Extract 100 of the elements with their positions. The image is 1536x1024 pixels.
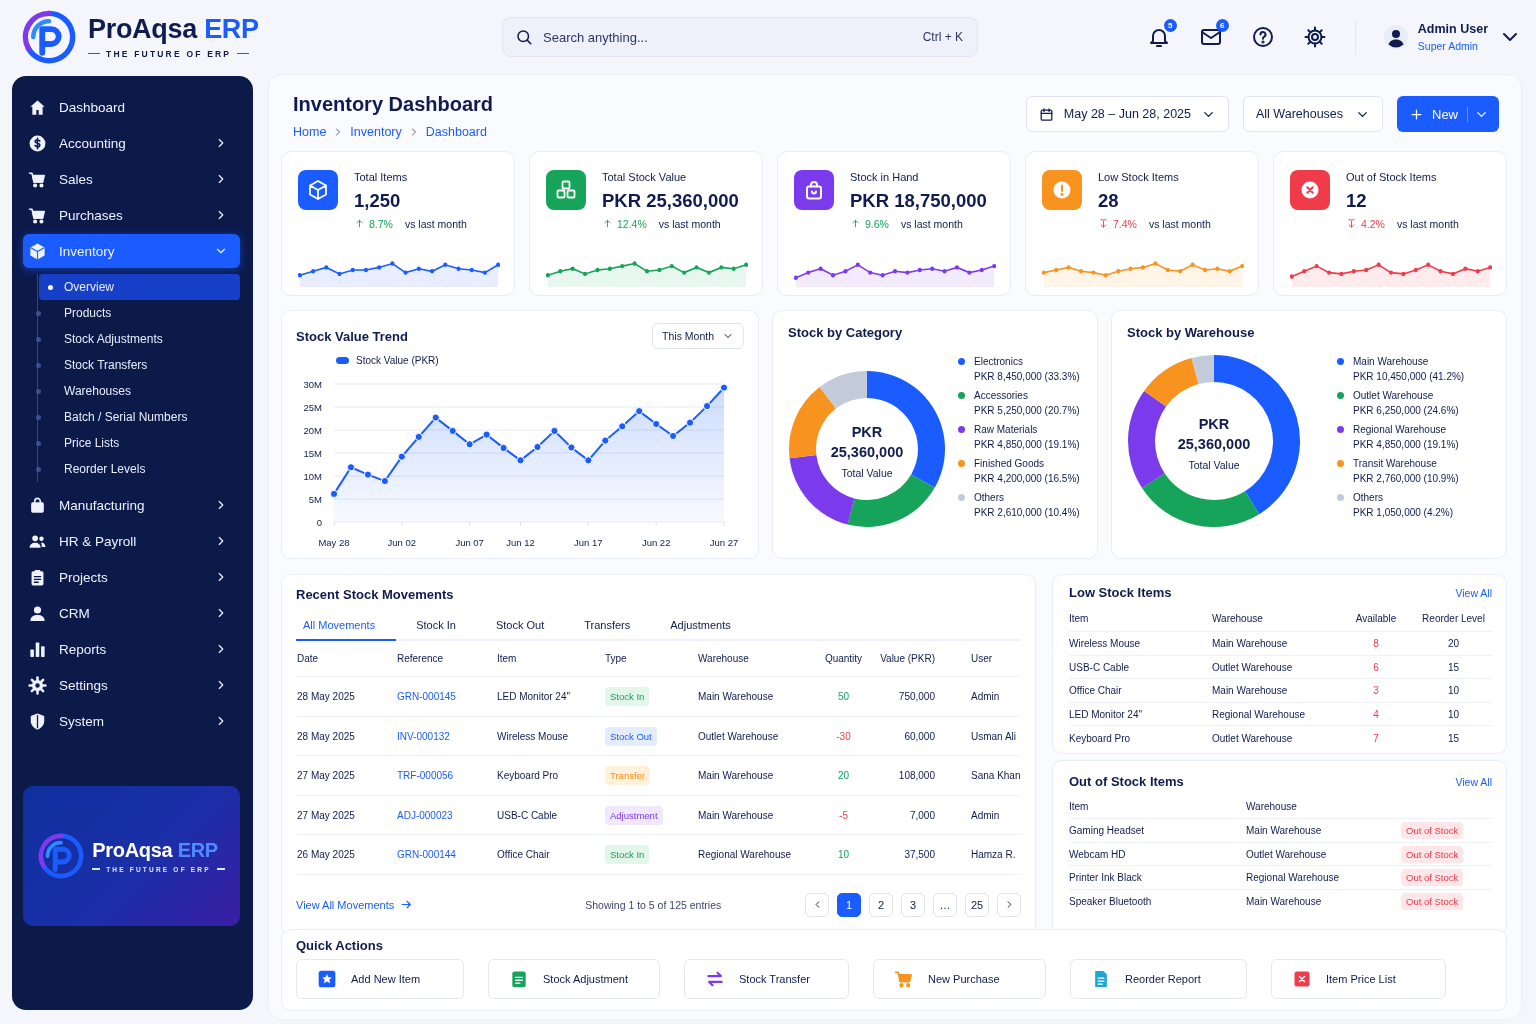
warehouse-select[interactable]: All Warehouses <box>1243 96 1383 132</box>
settings-icon[interactable] <box>1302 25 1327 49</box>
axis-label: 20M <box>303 424 322 436</box>
nav-subitem[interactable]: Products <box>39 300 240 326</box>
breadcrumb-link[interactable]: Home <box>293 125 327 139</box>
data-point <box>550 427 559 436</box>
table-cell-text: 4 <box>1372 708 1380 720</box>
reference-link[interactable]: ADJ-000023 <box>396 809 496 821</box>
nav-subitem[interactable]: Overview <box>39 274 240 300</box>
center-currency: PKR <box>851 423 883 443</box>
card-title: Quick Actions <box>296 938 384 954</box>
breadcrumb-link[interactable]: Dashboard <box>425 125 487 139</box>
nav-item[interactable]: System <box>23 704 240 738</box>
table-cell-text: Keyboard Pro <box>496 770 560 782</box>
reference-link[interactable]: INV-000132 <box>396 730 496 742</box>
kpi-value: 12 <box>1346 189 1368 212</box>
page-button[interactable]: 2 <box>869 892 893 917</box>
nav-subitem[interactable]: Price Lists <box>39 430 240 456</box>
data-point <box>329 490 339 499</box>
column-header: Item <box>496 653 518 665</box>
column-header: Item <box>1069 801 1090 813</box>
nav-subitem[interactable]: Stock Transfers <box>39 352 240 378</box>
nav-subitem[interactable]: Warehouses <box>39 378 240 404</box>
legend-value: PKR 4,200,000 (16.5%) <box>974 473 1080 485</box>
nav-item[interactable]: Settings <box>23 668 240 702</box>
nav-item[interactable]: Manufacturing <box>23 488 240 522</box>
column-header: Reorder Level <box>1421 613 1486 625</box>
quick-action-button[interactable]: Item Price List <box>1271 959 1446 1000</box>
legend-label: Main Warehouse <box>1353 356 1430 368</box>
help-icon[interactable] <box>1250 25 1275 49</box>
center-value: 25,360,000 <box>830 442 904 462</box>
quick-action-button[interactable]: Reorder Report <box>1070 959 1247 1000</box>
period-select[interactable]: This Month <box>652 323 744 350</box>
data-point <box>652 420 661 429</box>
nav-item[interactable]: Purchases <box>23 198 240 232</box>
nav-subitem[interactable]: Batch / Serial Numbers <box>39 404 240 430</box>
reference-link[interactable]: TRF-000056 <box>396 770 496 782</box>
nav-subitem[interactable]: Stock Adjustments <box>39 326 240 352</box>
data-point <box>380 477 389 486</box>
nav-subitem[interactable]: Reorder Levels <box>39 456 240 482</box>
page-button[interactable]: 25 <box>965 892 989 917</box>
quick-action-button[interactable]: Add New Item <box>296 959 464 1000</box>
shield-icon <box>28 711 47 731</box>
axis-label: 10M <box>303 470 322 482</box>
date-range-button[interactable]: May 28 – Jun 28, 2025 <box>1025 96 1229 132</box>
reference-link[interactable]: GRN-000144 <box>396 849 496 861</box>
table-cell-text: 27 May 2025 <box>296 809 356 821</box>
legend-label: Regional Warehouse <box>1353 424 1448 436</box>
page-title: Inventory Dashboard <box>293 93 494 116</box>
table-cell-text: 7 <box>1372 732 1380 744</box>
nav-item[interactable]: Sales <box>23 162 240 196</box>
axis-label: 30M <box>303 378 322 390</box>
card-title: Stock Value Trend <box>296 328 408 344</box>
nav-item[interactable]: Projects <box>23 560 240 594</box>
table-cell-text: -5 <box>838 809 849 821</box>
nav-item[interactable]: HR & Payroll <box>23 524 240 558</box>
nav-item[interactable]: Reports <box>23 632 240 666</box>
tab[interactable]: Stock Out <box>488 610 565 642</box>
kpi-value: PKR 25,360,000 <box>602 189 739 212</box>
quick-action-button[interactable]: Stock Adjustment <box>488 959 660 1000</box>
nav-item[interactable]: CRM <box>23 596 240 630</box>
table-cell-text: Sana Khan <box>970 770 1021 782</box>
new-button[interactable]: New <box>1397 96 1499 132</box>
dollar-icon <box>28 133 47 153</box>
table-cell-text: 26 May 2025 <box>296 849 356 861</box>
table-cell-text: 20 <box>836 770 851 782</box>
quick-action-button[interactable]: New Purchase <box>873 959 1046 1000</box>
notification-badge: 5 <box>1163 19 1177 32</box>
column-header: Warehouse <box>697 653 750 665</box>
page-button[interactable]: … <box>933 892 957 917</box>
axis-label: 5M <box>308 493 322 505</box>
table-cell-text: 10 <box>836 849 851 861</box>
page-button[interactable]: 1 <box>837 892 861 917</box>
data-point <box>533 443 542 452</box>
quick-action-button[interactable]: Stock Transfer <box>684 959 849 1000</box>
table-cell-text: Wireless Mouse <box>1069 638 1142 650</box>
legend-label: Accessories <box>974 390 1029 402</box>
nav-item[interactable]: Inventory <box>23 234 240 268</box>
view-all-link[interactable]: View All <box>1455 586 1492 599</box>
tab[interactable]: Transfers <box>577 610 651 642</box>
logo-icon <box>22 10 76 64</box>
legend-value: PKR 4,850,000 (19.1%) <box>974 439 1080 451</box>
tab[interactable]: All Movements <box>296 610 397 642</box>
tab[interactable]: Adjustments <box>663 610 751 642</box>
nav-item[interactable]: Accounting <box>23 126 240 160</box>
data-point <box>431 413 440 422</box>
column-header: User <box>970 653 994 665</box>
table-cell-text: Speaker Bluetooth <box>1069 896 1153 908</box>
view-all-link[interactable]: View All <box>1455 775 1492 788</box>
view-all-link[interactable]: View All Movements <box>296 898 414 912</box>
reference-link[interactable]: GRN-000145 <box>396 691 496 703</box>
bag-icon <box>28 495 47 515</box>
page-button[interactable]: 3 <box>901 892 925 917</box>
axis-label: 25M <box>303 401 322 413</box>
breadcrumb-link[interactable]: Inventory <box>350 125 402 139</box>
settings-icon <box>28 675 47 695</box>
nav-item[interactable]: Dashboard <box>23 90 240 124</box>
column-header: Date <box>296 653 320 665</box>
tab[interactable]: Stock In <box>409 610 476 642</box>
change-note: vs last month <box>1396 217 1459 230</box>
